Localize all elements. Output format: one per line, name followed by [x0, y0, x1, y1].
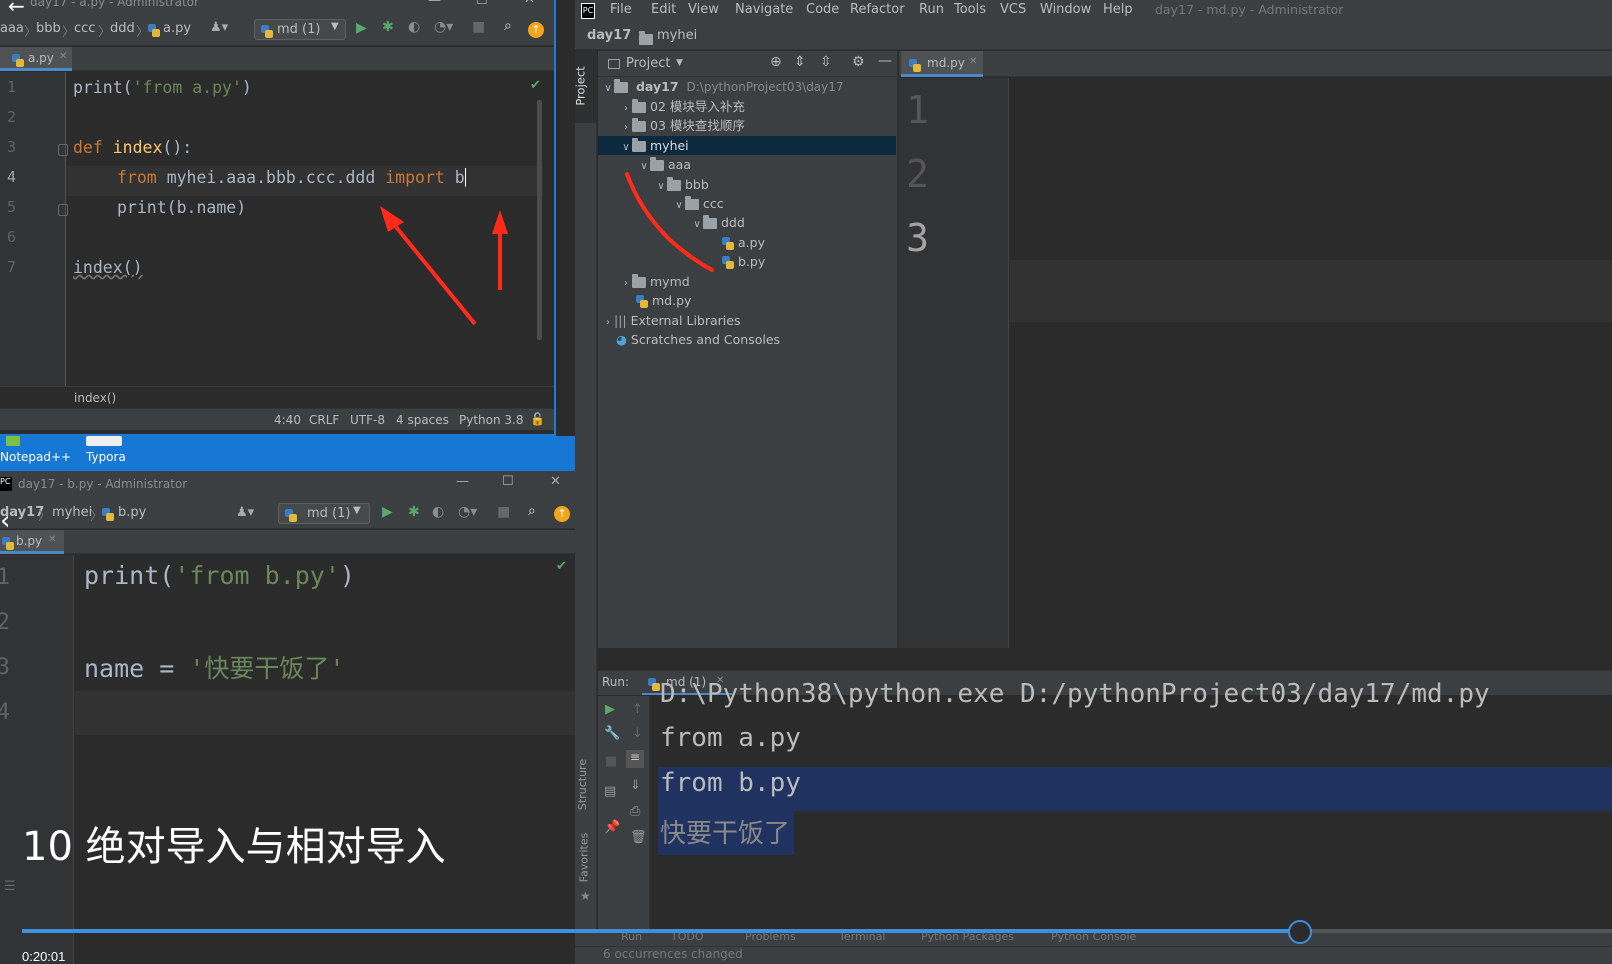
annotation-arrow-diagonal [380, 206, 477, 326]
annotation-curve [625, 172, 714, 272]
video-progress-knob[interactable] [1288, 920, 1312, 944]
video-caption: 10 绝对导入与相对导入 [22, 824, 446, 870]
video-timestamp: 0:20:01 [22, 949, 66, 964]
video-progress-fill [22, 929, 1300, 933]
annotation-arrow-up [492, 210, 508, 290]
